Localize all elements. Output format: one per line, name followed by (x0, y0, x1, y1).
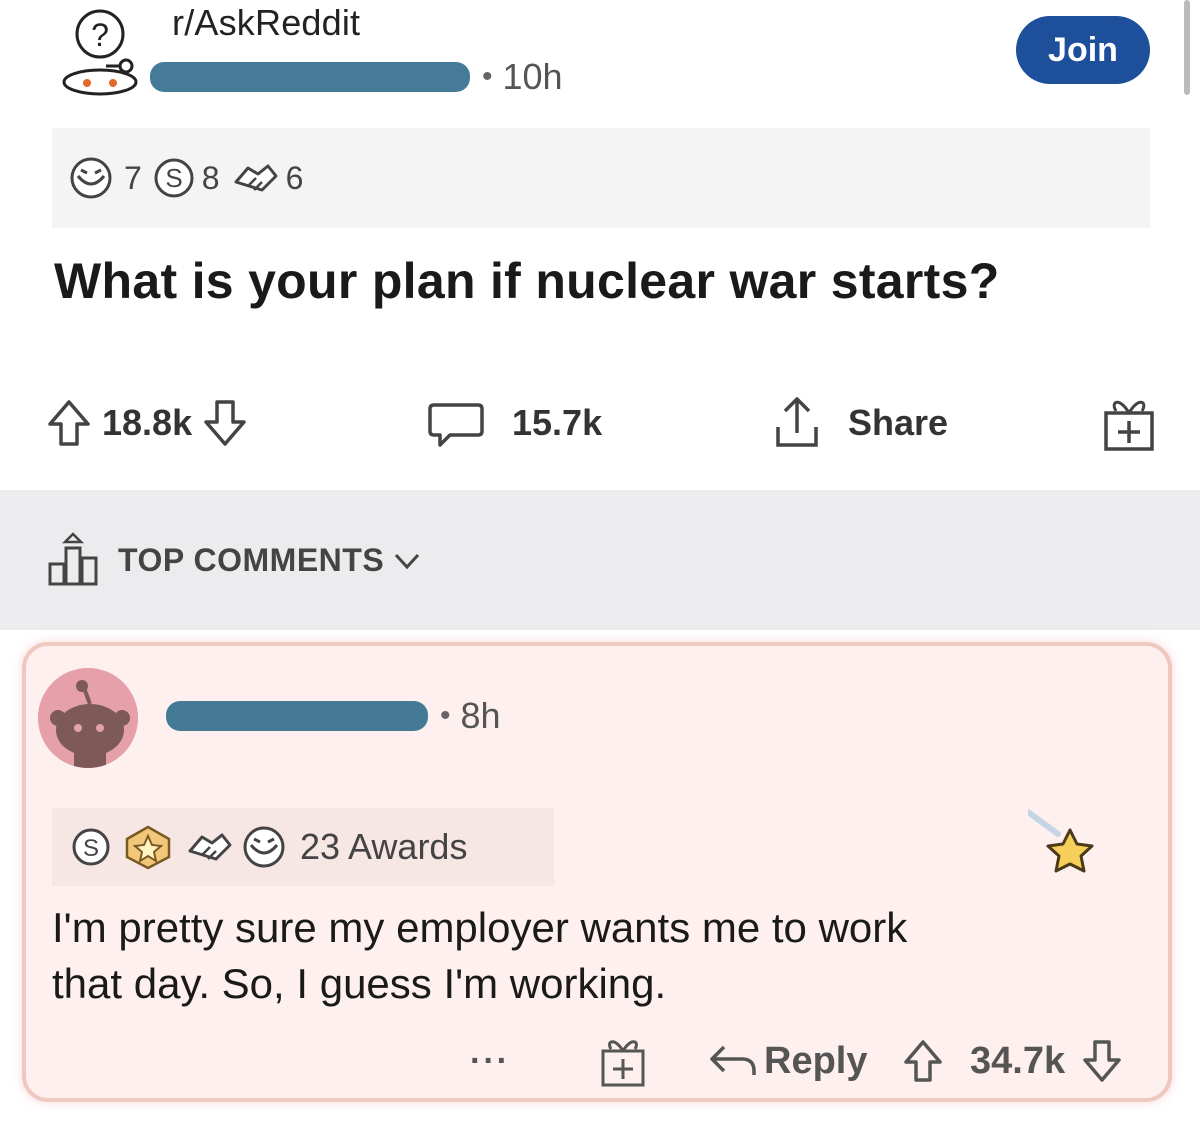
awards-count-label: 23 Awards (300, 826, 468, 867)
sort-selector[interactable]: TOP COMMENTS (44, 530, 424, 590)
post-actions: 18.8k 15.7k Share (44, 388, 1164, 458)
top-rank-icon (48, 532, 98, 586)
handshake-award-icon (234, 164, 278, 192)
share-label: Share (848, 402, 949, 443)
comment-body-line: I'm pretty sure my employer wants me to … (52, 904, 908, 951)
subreddit-avatar[interactable]: ? (60, 8, 140, 96)
comment-meta: • 8h (166, 686, 501, 746)
comment-score: 34.7k (970, 1039, 1066, 1082)
share-icon (776, 397, 818, 447)
share-button[interactable]: Share (770, 388, 948, 458)
comment-user-avatar[interactable] (38, 668, 138, 768)
comment-vote-group: 34.7k (900, 1026, 1125, 1096)
redacted-username (166, 701, 428, 731)
vote-group: 18.8k (44, 388, 250, 458)
comment-bubble-icon (428, 403, 484, 447)
gift-icon (1104, 400, 1154, 451)
more-options-button[interactable]: ··· (470, 1026, 510, 1096)
separator-dot: • (440, 699, 451, 732)
give-award-button[interactable] (598, 1026, 648, 1096)
upvote-icon[interactable] (900, 1036, 946, 1086)
award-item: 6 (230, 156, 304, 200)
comment-body-line: that day. So, I guess I'm working. (52, 960, 667, 1007)
downvote-icon[interactable] (200, 396, 250, 450)
reply-button[interactable]: Reply (706, 1026, 867, 1096)
star-badge-icon (1025, 808, 1108, 888)
award-item: 7 (64, 156, 142, 200)
scrollbar[interactable] (1184, 0, 1190, 95)
sort-label: TOP COMMENTS (118, 541, 385, 578)
upvote-icon[interactable] (44, 396, 94, 450)
gift-icon (601, 1040, 645, 1087)
post-title[interactable]: What is your plan if nuclear war starts? (54, 252, 1000, 310)
post-score: 18.8k (102, 402, 193, 443)
award-count: 7 (124, 159, 142, 196)
chevron-down-icon (395, 553, 420, 570)
award-count: 6 (285, 159, 304, 196)
svg-text:S: S (83, 835, 99, 862)
downvote-icon[interactable] (1079, 1036, 1125, 1086)
gold-star-award-icon (125, 825, 171, 870)
comment-actions: ··· Reply 34.7k (470, 1026, 1170, 1096)
comment-body: I'm pretty sure my employer wants me to … (52, 900, 1132, 1012)
comments-button[interactable]: 15.7k (424, 388, 602, 458)
reply-label: Reply (764, 1039, 868, 1082)
comment-time: 8h (460, 695, 501, 736)
give-award-button[interactable] (1100, 388, 1158, 458)
separator-dot: • (482, 60, 493, 93)
redacted-username (150, 62, 470, 92)
join-button[interactable]: Join (1016, 16, 1150, 84)
svg-text:S: S (165, 163, 182, 193)
laughing-face-award-icon (70, 157, 112, 199)
silver-coin-award-icon: S (154, 158, 194, 198)
reply-arrow-icon (710, 1045, 756, 1075)
laughing-face-award-icon (243, 826, 285, 868)
post-awards-bar[interactable]: 7 S 8 6 (52, 128, 1150, 228)
handshake-award-icon (188, 833, 232, 861)
award-item: S 8 (152, 156, 220, 200)
post-meta: • 10h (150, 52, 563, 102)
award-count: 8 (201, 159, 220, 196)
comment-awards-bar[interactable]: S 23 Awards (52, 808, 554, 886)
post-time: 10h (502, 56, 563, 97)
comment-count: 15.7k (512, 402, 603, 443)
svg-text:?: ? (91, 17, 109, 53)
silver-coin-award-icon: S (72, 828, 110, 866)
subreddit-name[interactable]: r/AskReddit (172, 2, 360, 44)
